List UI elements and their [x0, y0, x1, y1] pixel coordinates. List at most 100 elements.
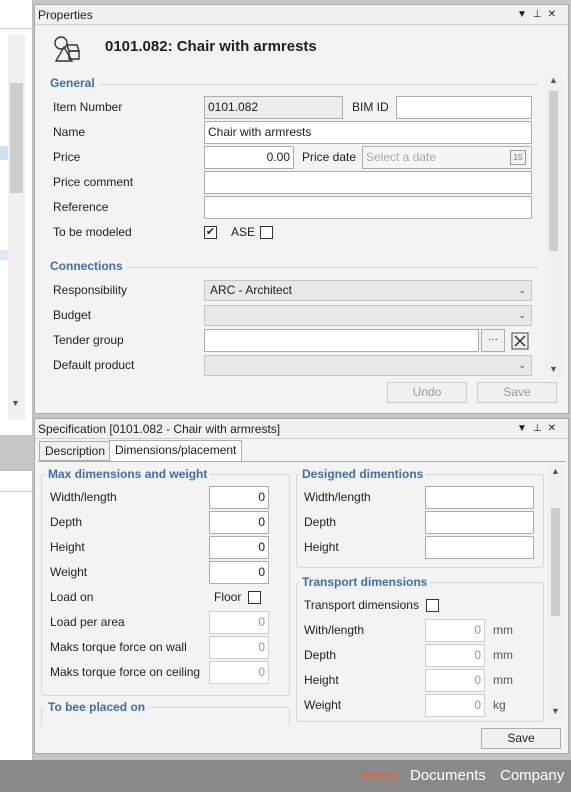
transport-weight-unit: kg [493, 698, 506, 712]
left-pane-highlight [0, 146, 8, 160]
default-product-label: Default product [53, 358, 135, 372]
pin-icon[interactable]: ⊥ [533, 423, 548, 434]
calendar-icon[interactable]: 15 [510, 150, 526, 165]
transport-toggle-label: Transport dimensions [304, 598, 419, 612]
price-comment-label: Price comment [53, 175, 134, 189]
save-button[interactable]: Save [477, 382, 557, 403]
load-per-area-field[interactable]: 0 [209, 611, 269, 634]
ase-checkbox[interactable] [260, 226, 273, 239]
specification-title-bar: Specification [0101.082 - Chair with arm… [35, 419, 568, 439]
pin-icon[interactable]: ⊥ [533, 9, 548, 20]
close-icon[interactable]: ✕ [548, 423, 562, 434]
torque-ceiling-field[interactable]: 0 [209, 661, 269, 684]
specification-scrollbar[interactable]: ▲ ▼ [547, 464, 564, 720]
chevron-down-icon[interactable]: ▼ [549, 364, 558, 374]
left-pane-bottom [0, 470, 33, 760]
left-pane-header-line [0, 28, 33, 29]
transport-height-unit: mm [493, 673, 513, 687]
tender-group-field[interactable] [204, 329, 479, 352]
designed-width-label: Width/length [304, 490, 371, 504]
chevron-down-icon: ⌄ [518, 285, 526, 295]
max-height-field[interactable]: 0 [209, 536, 269, 559]
price-comment-field[interactable] [204, 171, 532, 194]
transport-height-field[interactable]: 0 [425, 669, 485, 692]
panel-controls[interactable]: ▼⊥✕ [517, 419, 562, 439]
properties-scroll-thumb[interactable] [549, 91, 558, 251]
max-weight-field[interactable]: 0 [209, 561, 269, 584]
budget-select[interactable]: ⌄ [204, 305, 532, 326]
nav-items[interactable]: Items [361, 767, 398, 784]
responsibility-value: ARC - Architect [210, 283, 293, 297]
chevron-up-icon[interactable]: ▲ [551, 466, 560, 476]
browse-button[interactable]: ··· [481, 329, 505, 352]
transport-weight-label: Weight [304, 698, 342, 712]
undo-button[interactable]: Undo [387, 382, 467, 403]
tab-dimensions-placement[interactable]: Dimensions/placement [109, 440, 243, 462]
designed-height-field[interactable] [425, 536, 534, 559]
budget-label: Budget [53, 308, 92, 322]
to-be-modeled-label: To be modeled [53, 225, 132, 239]
item-heading: 0101.082: Chair with armrests [105, 38, 317, 55]
ase-label: ASE [231, 225, 256, 239]
max-depth-label: Depth [50, 515, 83, 529]
transport-width-label: With/length [304, 623, 365, 637]
general-divider [100, 84, 538, 85]
connections-divider [127, 267, 538, 268]
responsibility-select[interactable]: ARC - Architect ⌄ [204, 280, 532, 301]
name-field[interactable]: Chair with armrests [204, 121, 532, 144]
nav-company[interactable]: Company [500, 767, 564, 784]
left-pane-scroll-thumb[interactable] [10, 83, 23, 193]
max-weight-label: Weight [50, 565, 88, 579]
item-shapes-icon [53, 35, 81, 63]
responsibility-label: Responsibility [53, 283, 128, 297]
item-number-field[interactable]: 0101.082 [204, 96, 343, 119]
transport-depth-unit: mm [493, 648, 513, 662]
torque-wall-label: Maks torque force on wall [50, 640, 187, 654]
max-height-label: Height [50, 540, 85, 554]
torque-wall-field[interactable]: 0 [209, 636, 269, 659]
max-depth-field[interactable]: 0 [209, 511, 269, 534]
panel-controls[interactable]: ▼⊥✕ [517, 5, 562, 25]
transport-depth-label: Depth [304, 648, 337, 662]
left-pane-top: ▼ [0, 0, 33, 435]
transport-depth-field[interactable]: 0 [425, 644, 485, 667]
placed-on-heading: To bee placed on [45, 700, 149, 714]
spec-save-button[interactable]: Save [481, 728, 561, 749]
tender-group-label: Tender group [53, 333, 124, 347]
specification-scroll-thumb[interactable] [551, 508, 560, 616]
clear-icon[interactable] [509, 330, 531, 352]
left-pane-scrollbar[interactable]: ▼ [8, 35, 25, 420]
transport-toggle-checkbox[interactable] [426, 599, 439, 612]
transport-width-unit: mm [493, 623, 513, 637]
chevron-down-icon[interactable]: ▼ [551, 706, 560, 716]
to-be-modeled-checkbox[interactable]: ✔ [204, 226, 217, 239]
designed-width-field[interactable] [425, 486, 534, 509]
transport-width-field[interactable]: 0 [425, 619, 485, 642]
floor-checkbox[interactable] [248, 591, 261, 604]
nav-documents[interactable]: Documents [410, 767, 486, 784]
designed-depth-label: Depth [304, 515, 337, 529]
load-per-area-label: Load per area [50, 615, 125, 629]
load-on-label: Load on [50, 590, 94, 604]
default-product-select[interactable]: ⌄ [204, 355, 532, 376]
tab-description[interactable]: Description [39, 441, 112, 461]
bim-id-field[interactable] [396, 96, 532, 119]
price-date-placeholder: Select a date [366, 150, 437, 164]
price-date-label: Price date [302, 150, 357, 164]
connections-heading: Connections [50, 259, 123, 273]
price-field[interactable]: 0.00 [204, 146, 294, 169]
chevron-up-icon[interactable]: ▲ [549, 75, 558, 85]
reference-field[interactable] [204, 196, 532, 219]
properties-title: Properties [38, 8, 93, 22]
transport-height-label: Height [304, 673, 339, 687]
max-dimensions-heading: Max dimensions and weight [45, 467, 211, 481]
designed-depth-field[interactable] [425, 511, 534, 534]
price-date-picker[interactable]: Select a date 15 [362, 146, 532, 169]
dropdown-icon[interactable]: ▼ [517, 9, 533, 20]
chevron-down-icon[interactable]: ▼ [11, 398, 20, 408]
close-icon[interactable]: ✕ [548, 9, 562, 20]
transport-weight-field[interactable]: 0 [425, 694, 485, 717]
max-width-field[interactable]: 0 [209, 486, 269, 509]
properties-scrollbar[interactable]: ▲ ▼ [545, 73, 562, 378]
dropdown-icon[interactable]: ▼ [517, 423, 533, 434]
